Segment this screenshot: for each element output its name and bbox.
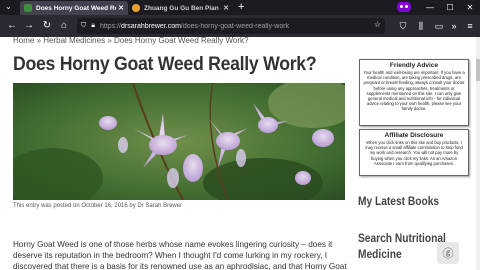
- forward-icon[interactable]: →: [22, 19, 36, 33]
- web-page: Home » Herbal Medicines » Does Horny Goa…: [0, 37, 480, 270]
- breadcrumb-separator: »: [36, 37, 42, 45]
- friendly-advice-text: Your health and well-being are important…: [363, 70, 465, 112]
- shield-icon[interactable]: ⛉: [81, 22, 86, 30]
- breadcrumb-separator: »: [107, 37, 112, 45]
- page-scrollbar[interactable]: [476, 37, 480, 270]
- extensions-icon[interactable]: »: [447, 19, 461, 33]
- affiliate-disclosure-text: When you click links on this site and bu…: [365, 140, 463, 166]
- post-meta: This entry was posted on October 16, 201…: [13, 203, 183, 209]
- tab-strip: ⌄ Does Horny Goat Weed Really W ✕ Zhuang…: [0, 0, 480, 15]
- site-favicon-icon: [24, 4, 32, 12]
- lock-icon[interactable]: 🔒︎: [91, 22, 95, 30]
- breadcrumb-current[interactable]: Does Horny Goat Weed Really Work?: [114, 37, 248, 45]
- private-browsing-icon: [397, 2, 411, 12]
- reload-icon[interactable]: ↻: [40, 19, 54, 33]
- bookmark-star-icon[interactable]: ☆: [374, 20, 381, 29]
- url-text[interactable]: https://drsarahbrewer.com/does-horny-goa…: [100, 23, 289, 30]
- affiliate-disclosure-title: Affiliate Disclosure: [384, 132, 444, 139]
- back-icon[interactable]: ←: [5, 19, 19, 33]
- scrollbar-thumb[interactable]: [476, 59, 480, 81]
- hero-image-horny-goat-weed-flowers: [13, 83, 345, 200]
- latest-books-heading: My Latest Books: [358, 194, 440, 208]
- page-title: Does Horny Goat Weed Really Work?: [13, 54, 317, 75]
- friendly-advice-box: Friendly Advice Your health and well-bei…: [359, 59, 469, 126]
- close-window-icon[interactable]: ✕: [460, 0, 480, 15]
- breadcrumb: Home » Herbal Medicines » Does Horny Goa…: [13, 37, 248, 45]
- tab-title: Does Horny Goat Weed Really W: [36, 4, 116, 12]
- search-heading-line2: Medicine: [358, 247, 402, 261]
- sidebar-icon[interactable]: ▭: [432, 19, 446, 33]
- navigation-toolbar: ← → ↻ ⌂ ⛉ 🔒︎ https://drsarahbrewer.com/d…: [0, 15, 480, 37]
- breadcrumb-herbal-medicines[interactable]: Herbal Medicines: [43, 37, 105, 45]
- friendly-advice-title: Friendly Advice: [389, 62, 439, 69]
- scroll-action-icon[interactable]: ⓖ: [437, 242, 459, 264]
- article-body: Horny Goat Weed is one of those herbs wh…: [13, 240, 347, 270]
- affiliate-disclosure-box: Affiliate Disclosure When you click link…: [359, 129, 469, 176]
- tab-title: Zhuang Gu Gu Ben Pian (Bone: [144, 4, 221, 12]
- tab-horny-goat-weed[interactable]: Does Horny Goat Weed Really W ✕: [20, 1, 128, 15]
- close-tab-icon[interactable]: ✕: [116, 4, 126, 12]
- library-icon[interactable]: ⫼: [414, 19, 428, 33]
- minimize-icon[interactable]: —: [420, 0, 440, 15]
- tab-zhuang-gu[interactable]: Zhuang Gu Gu Ben Pian (Bone ✕: [128, 1, 233, 15]
- home-icon[interactable]: ⌂: [57, 19, 71, 33]
- site-favicon-icon: [132, 4, 140, 12]
- new-tab-icon[interactable]: +: [238, 1, 244, 13]
- menu-icon[interactable]: ≡: [463, 19, 477, 33]
- search-heading-line1: Search Nutritional: [358, 231, 446, 245]
- maximize-icon[interactable]: ☐: [440, 0, 460, 15]
- address-bar[interactable]: ⛉ 🔒︎ https://drsarahbrewer.com/does-horn…: [77, 18, 385, 34]
- list-all-tabs-icon[interactable]: ⌄: [5, 2, 12, 11]
- close-tab-icon[interactable]: ✕: [221, 4, 231, 12]
- breadcrumb-home[interactable]: Home: [13, 37, 34, 45]
- pocket-icon[interactable]: ⛉: [396, 19, 410, 33]
